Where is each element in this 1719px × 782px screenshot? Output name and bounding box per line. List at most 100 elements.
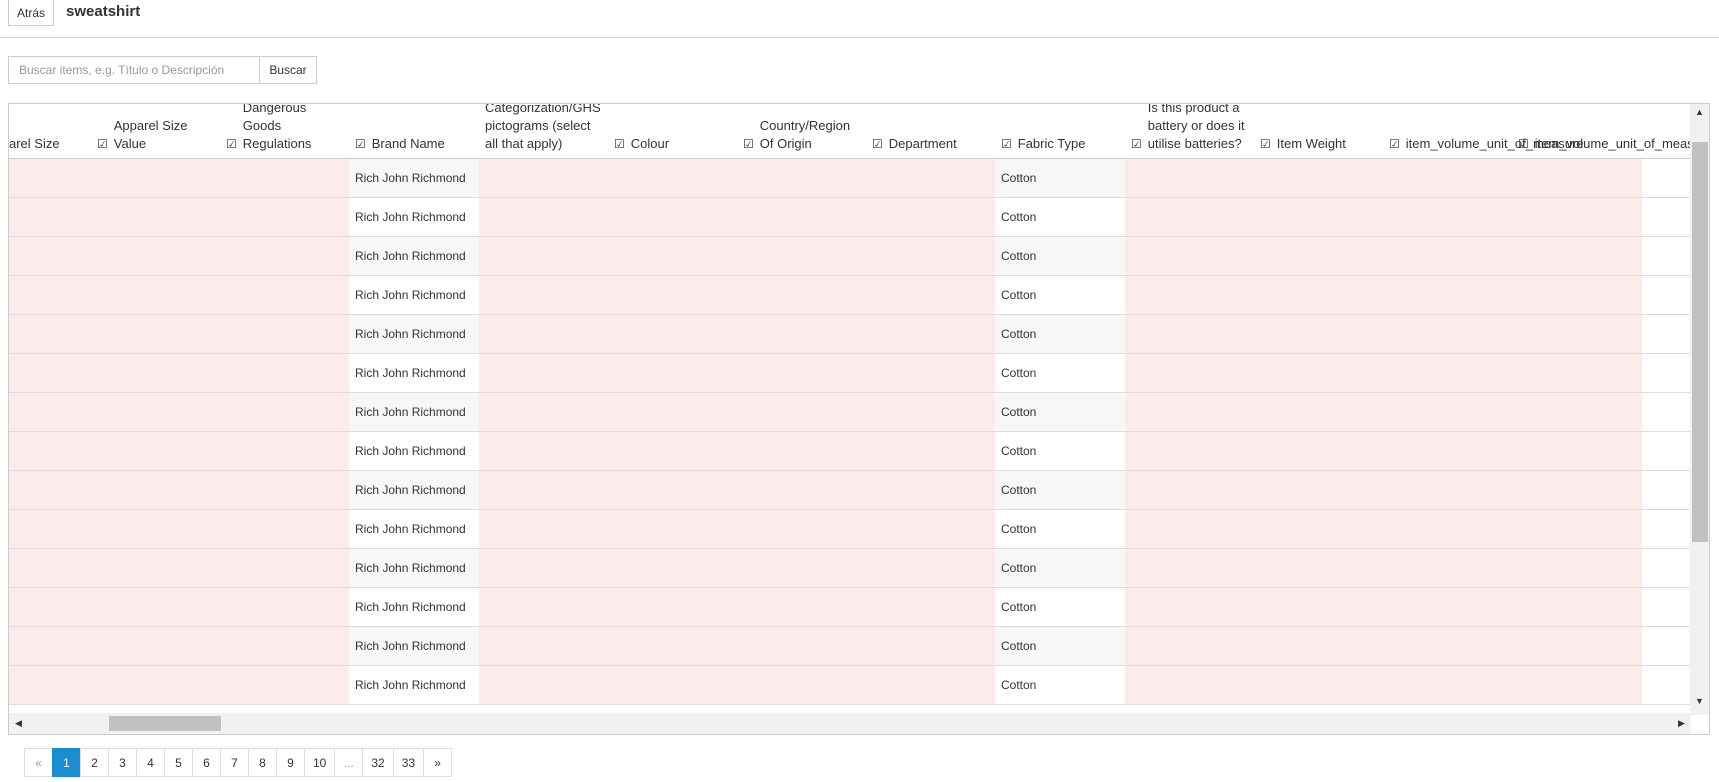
scroll-down-icon[interactable]: ▼ (1690, 696, 1709, 706)
empty-cell[interactable] (220, 198, 349, 236)
column-header[interactable]: ☑ Item Weight (1254, 104, 1383, 158)
empty-cell[interactable] (608, 549, 737, 587)
column-header[interactable]: ☑item_volume_unit_of_measure (1383, 104, 1584, 158)
empty-cell[interactable] (220, 549, 349, 587)
column-header[interactable]: ☑ Fabric Type (995, 104, 1125, 158)
column-header[interactable]: arel Size (9, 104, 91, 158)
brand-name-cell[interactable]: Rich John Richmond (349, 198, 479, 236)
brand-name-cell[interactable]: Rich John Richmond (349, 627, 479, 665)
brand-name-cell[interactable]: Rich John Richmond (349, 510, 479, 548)
empty-cell[interactable] (1254, 315, 1383, 353)
empty-cell[interactable] (1125, 471, 1254, 509)
empty-cell[interactable] (1512, 510, 1642, 548)
empty-cell[interactable] (479, 666, 608, 704)
empty-cell[interactable] (1512, 393, 1642, 431)
empty-cell[interactable] (1254, 588, 1383, 626)
empty-cell[interactable] (1125, 588, 1254, 626)
page-button[interactable]: 3 (108, 748, 137, 777)
fabric-type-cell[interactable]: Cotton (995, 354, 1125, 392)
empty-cell[interactable] (91, 510, 220, 548)
empty-cell[interactable] (9, 510, 91, 548)
empty-cell[interactable] (866, 666, 995, 704)
empty-cell[interactable] (1512, 237, 1642, 275)
empty-cell[interactable] (479, 588, 608, 626)
empty-cell[interactable] (1254, 510, 1383, 548)
empty-cell[interactable] (1512, 159, 1642, 197)
empty-cell[interactable] (1125, 276, 1254, 314)
edit-checkbox-icon[interactable]: ☑ (872, 135, 883, 153)
empty-cell[interactable] (608, 198, 737, 236)
scroll-left-icon[interactable]: ◀ (9, 718, 28, 729)
empty-cell[interactable] (737, 159, 866, 197)
empty-cell[interactable] (1383, 432, 1512, 470)
empty-cell[interactable] (1125, 432, 1254, 470)
empty-cell[interactable] (1383, 549, 1512, 587)
empty-cell[interactable] (737, 237, 866, 275)
search-input[interactable] (8, 56, 260, 84)
empty-cell[interactable] (737, 315, 866, 353)
empty-cell[interactable] (737, 588, 866, 626)
empty-cell[interactable] (1254, 237, 1383, 275)
empty-cell[interactable] (1125, 510, 1254, 548)
empty-cell[interactable] (1383, 666, 1512, 704)
empty-cell[interactable] (608, 276, 737, 314)
empty-cell[interactable] (737, 432, 866, 470)
empty-cell[interactable] (1254, 549, 1383, 587)
empty-cell[interactable] (866, 237, 995, 275)
empty-cell[interactable] (737, 354, 866, 392)
empty-cell[interactable] (1254, 198, 1383, 236)
empty-cell[interactable] (608, 393, 737, 431)
empty-cell[interactable] (1512, 354, 1642, 392)
empty-cell[interactable] (866, 315, 995, 353)
empty-cell[interactable] (220, 432, 349, 470)
empty-cell[interactable] (1512, 471, 1642, 509)
empty-cell[interactable] (479, 159, 608, 197)
empty-cell[interactable] (1125, 666, 1254, 704)
empty-cell[interactable] (479, 471, 608, 509)
column-header[interactable]: ☑ Country/Region Of Origin (737, 104, 866, 158)
brand-name-cell[interactable]: Rich John Richmond (349, 471, 479, 509)
empty-cell[interactable] (1125, 315, 1254, 353)
empty-cell[interactable] (1512, 276, 1642, 314)
empty-cell[interactable] (220, 588, 349, 626)
empty-cell[interactable] (1125, 549, 1254, 587)
empty-cell[interactable] (9, 354, 91, 392)
empty-cell[interactable] (1383, 315, 1512, 353)
empty-cell[interactable] (1512, 315, 1642, 353)
next-page-button[interactable]: » (423, 748, 453, 777)
page-button[interactable]: 32 (362, 748, 394, 777)
edit-checkbox-icon[interactable]: ☑ (1131, 135, 1142, 153)
empty-cell[interactable] (479, 315, 608, 353)
fabric-type-cell[interactable]: Cotton (995, 588, 1125, 626)
empty-cell[interactable] (220, 393, 349, 431)
empty-cell[interactable] (1383, 627, 1512, 665)
empty-cell[interactable] (479, 393, 608, 431)
page-button[interactable]: 33 (392, 748, 425, 777)
empty-cell[interactable] (9, 432, 91, 470)
empty-cell[interactable] (866, 393, 995, 431)
empty-cell[interactable] (1512, 588, 1642, 626)
column-header[interactable]: ☑ Is this product a battery or does it ut… (1125, 104, 1254, 158)
empty-cell[interactable] (9, 198, 91, 236)
column-header[interactable]: ☑ Brand Name (349, 104, 479, 158)
empty-cell[interactable] (9, 588, 91, 626)
scroll-right-icon[interactable]: ▶ (1672, 718, 1691, 729)
empty-cell[interactable] (608, 471, 737, 509)
empty-cell[interactable] (91, 159, 220, 197)
fabric-type-cell[interactable]: Cotton (995, 315, 1125, 353)
empty-cell[interactable] (737, 393, 866, 431)
column-header[interactable]: ☑ Department (866, 104, 995, 158)
brand-name-cell[interactable]: Rich John Richmond (349, 237, 479, 275)
empty-cell[interactable] (608, 432, 737, 470)
empty-cell[interactable] (737, 471, 866, 509)
empty-cell[interactable] (220, 237, 349, 275)
brand-name-cell[interactable]: Rich John Richmond (349, 588, 479, 626)
back-button[interactable]: Atrás (8, 0, 54, 26)
edit-checkbox-icon[interactable]: ☑ (1518, 135, 1529, 153)
fabric-type-cell[interactable]: Cotton (995, 198, 1125, 236)
empty-cell[interactable] (1383, 393, 1512, 431)
empty-cell[interactable] (866, 159, 995, 197)
fabric-type-cell[interactable]: Cotton (995, 159, 1125, 197)
empty-cell[interactable] (1512, 666, 1642, 704)
empty-cell[interactable] (608, 237, 737, 275)
